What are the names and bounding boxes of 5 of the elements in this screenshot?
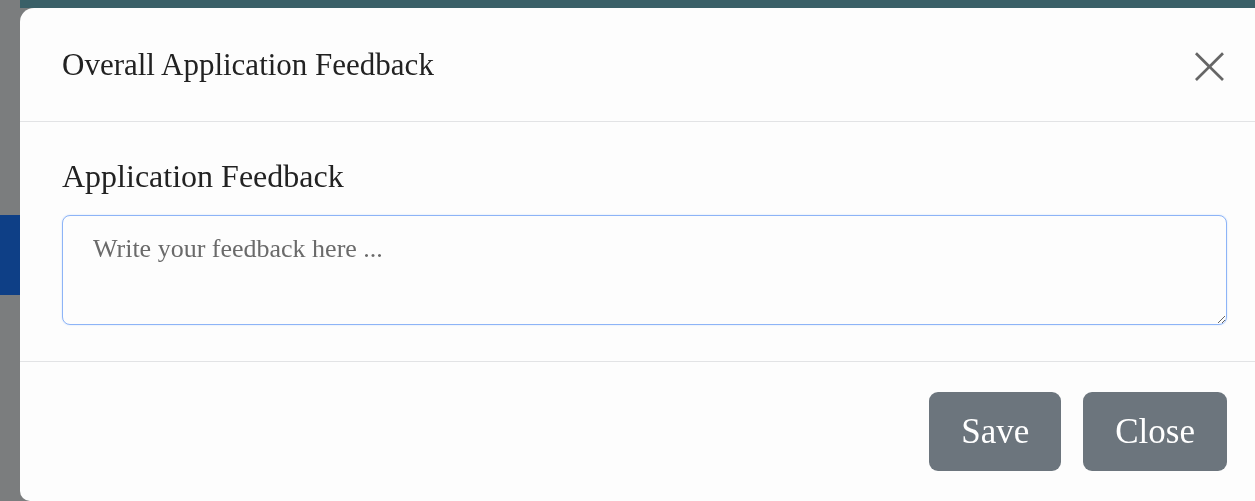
dialog-button[interactable]: Save — [929, 392, 1062, 471]
feedback-field[interactable]: Write your feedback here ... — [62, 215, 1227, 325]
dialog-button[interactable]: Close — [1083, 392, 1227, 471]
field-label: Application Feedback — [62, 158, 345, 195]
dialog-title: Overall Application Feedback — [62, 46, 434, 83]
